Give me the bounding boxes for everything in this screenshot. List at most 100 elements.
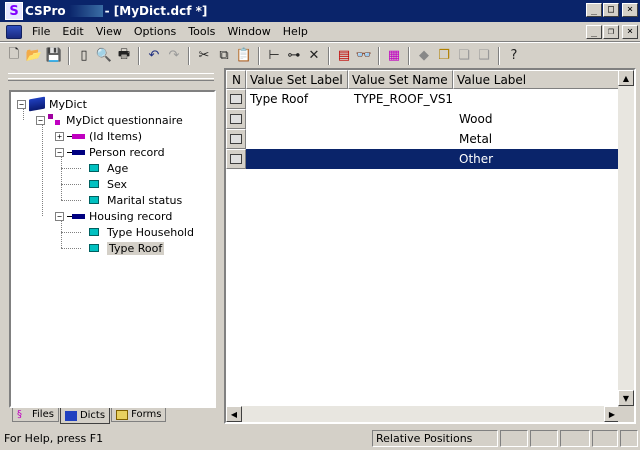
collapse-icon[interactable]: − [55, 147, 64, 157]
new-icon[interactable]: 🗋 [4, 46, 24, 66]
status-mode: Relative Positions [372, 430, 498, 447]
vertical-scrollbar[interactable]: ▲ ▼ [618, 70, 634, 406]
toolbar-separator [498, 46, 500, 65]
add-item-icon[interactable]: ⊢ [264, 46, 284, 66]
item-icon [89, 164, 99, 172]
child-minimize-button[interactable]: _ [586, 25, 602, 39]
tab-dicts[interactable]: Dicts [59, 408, 111, 424]
print-preview-icon[interactable]: 🔍 [94, 46, 114, 66]
size-grip[interactable] [620, 430, 638, 447]
close-doc-icon[interactable]: ▯ [74, 46, 94, 66]
help-icon[interactable]: ? [504, 46, 524, 66]
collapse-icon[interactable]: − [17, 99, 26, 109]
tree-node-person-record[interactable]: − Person record [55, 144, 165, 160]
tree-connector [61, 156, 62, 200]
menu-tools[interactable]: Tools [182, 24, 221, 39]
tree-node-label: Age [107, 161, 129, 175]
tree-connector [61, 248, 81, 249]
collapse-icon[interactable]: − [55, 211, 64, 221]
tree-connector [61, 220, 62, 248]
close-button[interactable]: × [622, 3, 638, 17]
maximize-button[interactable]: □ [603, 3, 619, 17]
generate-icon[interactable]: ◆ [414, 46, 434, 66]
find-icon[interactable]: 👓 [354, 46, 374, 66]
item-icon [89, 196, 99, 204]
insert-item-icon[interactable]: ⊶ [284, 46, 304, 66]
toolbar-separator [378, 46, 380, 65]
print-icon[interactable]: 🖶 [114, 46, 134, 66]
row-selector[interactable] [226, 129, 246, 149]
tree-node-label: Housing record [89, 209, 173, 223]
dictionary-tree: − MyDict − MyDict questionnaire + (Id It… [9, 90, 216, 408]
delete-icon[interactable]: ✕ [304, 46, 324, 66]
title-gradient [68, 5, 103, 17]
multi-doc-icon[interactable]: ❐ [434, 46, 454, 66]
tree-node-item[interactable]: Marital status [89, 192, 182, 208]
document-menu-icon[interactable] [6, 24, 22, 39]
minimize-button[interactable]: _ [586, 3, 602, 17]
tab-label: Files [32, 409, 54, 420]
column-header-n[interactable]: N [226, 70, 246, 89]
tree-node-dictionary[interactable]: − MyDict [17, 96, 87, 112]
cut-icon[interactable]: ✂ [194, 46, 214, 66]
horizontal-scrollbar[interactable]: ◀ ▶ [226, 406, 620, 422]
cell-value-set-label[interactable]: Type Roof [246, 89, 308, 109]
open-icon[interactable]: 📂 [24, 46, 44, 66]
menu-options[interactable]: Options [128, 24, 182, 39]
document-title: - [MyDict.dcf *] [104, 4, 208, 18]
cspro-logo-icon: S [5, 2, 23, 20]
collapse-icon[interactable]: − [36, 115, 45, 125]
tab-forms[interactable]: Forms [111, 408, 167, 422]
cell-value-label[interactable]: Other [455, 149, 493, 169]
tree-node-label: Person record [89, 145, 165, 159]
tree-node-item[interactable]: Age [89, 160, 128, 176]
menu-edit[interactable]: Edit [56, 24, 89, 39]
scroll-down-icon[interactable]: ▼ [618, 390, 634, 406]
cell-value-set-name[interactable]: TYPE_ROOF_VS1 [350, 89, 453, 109]
paste-icon[interactable]: 📋 [234, 46, 254, 66]
tree-node-item[interactable]: Sex [89, 176, 127, 192]
tree-node-id-items[interactable]: + (Id Items) [55, 128, 142, 144]
column-header-value-label[interactable]: Value Label [453, 70, 620, 89]
menu-file[interactable]: File [26, 24, 56, 39]
child-restore-button[interactable]: ❐ [603, 25, 619, 39]
menu-window[interactable]: Window [221, 24, 276, 39]
record-icon [67, 149, 85, 155]
notes-icon[interactable]: ▤ [334, 46, 354, 66]
tree-node-housing-record[interactable]: − Housing record [55, 208, 172, 224]
cascade-icon[interactable]: ❏ [454, 46, 474, 66]
forms-icon [116, 409, 129, 420]
menu-help[interactable]: Help [277, 24, 314, 39]
expand-icon[interactable]: + [55, 131, 64, 141]
toolbar-separator [68, 46, 70, 65]
tree-connector [42, 122, 43, 216]
tree-node-questionnaire[interactable]: − MyDict questionnaire [36, 112, 183, 128]
scroll-up-icon[interactable]: ▲ [618, 70, 634, 86]
item-icon [89, 180, 99, 188]
cell-value-label[interactable]: Metal [455, 129, 492, 149]
panel-grip[interactable] [8, 78, 214, 81]
panel-tabs: § Files Dicts Forms [12, 408, 167, 424]
child-close-button[interactable]: × [622, 25, 638, 39]
menu-view[interactable]: View [90, 24, 128, 39]
status-help-text: For Help, press F1 [4, 432, 104, 445]
row-selector[interactable] [226, 149, 246, 169]
cell-value-label[interactable]: Wood [455, 109, 492, 129]
undo-icon[interactable]: ↶ [144, 46, 164, 66]
column-header-value-set-label[interactable]: Value Set Label [246, 70, 348, 89]
row-selector[interactable] [226, 109, 246, 129]
tree-node-item[interactable]: Type Household [89, 224, 194, 240]
tab-files[interactable]: § Files [12, 408, 59, 422]
copy-icon[interactable]: ⧉ [214, 46, 234, 66]
id-record-icon [67, 133, 85, 139]
layout-icon[interactable]: ▦ [384, 46, 404, 66]
row-selector[interactable] [226, 89, 246, 109]
tile-icon[interactable]: ❑ [474, 46, 494, 66]
cell-value-label[interactable] [455, 89, 459, 109]
toolbar-separator [188, 46, 190, 65]
redo-icon[interactable]: ↷ [164, 46, 184, 66]
scroll-left-icon[interactable]: ◀ [226, 406, 242, 422]
save-icon[interactable]: 💾 [44, 46, 64, 66]
column-header-value-set-name[interactable]: Value Set Name [348, 70, 453, 89]
tree-node-item-selected[interactable]: Type Roof [89, 240, 165, 256]
